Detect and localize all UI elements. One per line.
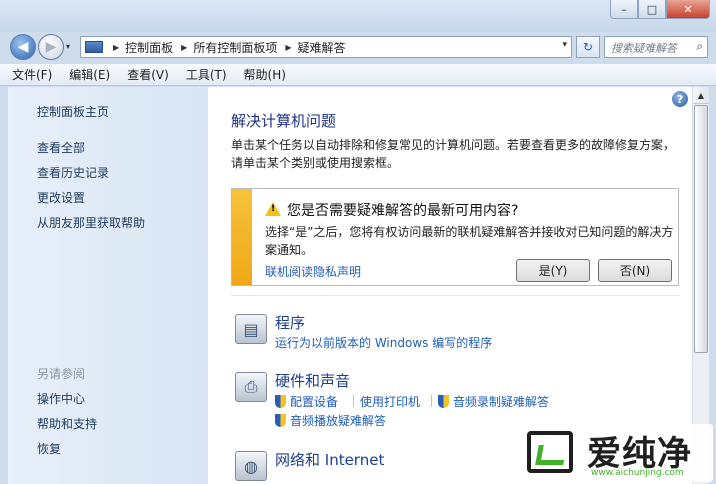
- privacy-link[interactable]: 联机阅读隐私声明: [265, 263, 361, 280]
- control-panel-icon: [85, 41, 103, 53]
- breadcrumb-control-panel[interactable]: 控制面板: [125, 39, 173, 56]
- recent-pages-dropdown[interactable]: ▾: [66, 42, 70, 51]
- scroll-thumb[interactable]: [694, 105, 708, 353]
- search-input[interactable]: 搜索疑难解答 ⌕: [604, 36, 708, 58]
- help-icon[interactable]: ?: [672, 91, 688, 107]
- page-title: 解决计算机问题: [231, 112, 337, 130]
- prompt-body: 选择“是”之后，您将有权访问最新的联机疑难解答并接收对已知问题的解决方案通知。: [265, 225, 674, 257]
- breadcrumb-separator-icon[interactable]: ▶: [181, 43, 187, 52]
- forward-button[interactable]: ▶: [38, 34, 64, 60]
- category-title-hardware[interactable]: 硬件和声音: [275, 370, 350, 391]
- category-programs: ▤ 程序 运行为以前版本的 Windows 编写的程序: [231, 312, 671, 352]
- link-separator: [431, 395, 432, 407]
- refresh-button[interactable]: ↻: [576, 36, 600, 58]
- programs-icon: ▤: [235, 314, 267, 344]
- breadcrumb-all-items[interactable]: 所有控制面板项: [193, 39, 277, 56]
- prompt-question: 您是否需要疑难解答的最新可用内容?: [287, 203, 519, 219]
- window-controls: – □ ✕: [610, 0, 710, 19]
- uac-shield-icon: [275, 395, 286, 408]
- watermark: 爱纯净 www.aichunjing.com: [515, 424, 713, 482]
- breadcrumb-separator-icon[interactable]: ▶: [285, 43, 291, 52]
- link-audio-playback[interactable]: 音频播放疑难解答: [275, 412, 386, 429]
- watermark-logo-icon: [527, 431, 573, 473]
- page-description: 单击某个任务以自动排除和修复常见的计算机问题。若要查看更多的故障修复方案，请单击…: [231, 138, 676, 170]
- breadcrumb-troubleshooting[interactable]: 疑难解答: [298, 39, 346, 56]
- sidebar-item-settings[interactable]: 更改设置: [37, 189, 85, 206]
- menu-bar: 文件(F) 编辑(E) 查看(V) 工具(T) 帮助(H): [0, 64, 716, 86]
- uac-shield-icon: [275, 414, 286, 427]
- close-button[interactable]: ✕: [666, 0, 710, 19]
- divider: [231, 295, 679, 296]
- uac-shield-icon: [438, 395, 449, 408]
- maximize-button[interactable]: □: [638, 0, 666, 19]
- yes-button[interactable]: 是(Y): [516, 259, 590, 282]
- printer-icon: ⎙: [235, 372, 267, 402]
- menu-help[interactable]: 帮助(H): [244, 66, 286, 83]
- category-title-programs[interactable]: 程序: [275, 312, 305, 333]
- breadcrumb-separator-icon[interactable]: ▶: [113, 43, 119, 52]
- sidebar-item-history[interactable]: 查看历史记录: [37, 164, 109, 181]
- sidebar-item-home[interactable]: 控制面板主页: [37, 103, 109, 120]
- sidebar-item-help-support[interactable]: 帮助和支持: [37, 415, 97, 432]
- update-prompt-box: ! 您是否需要疑难解答的最新可用内容? 选择“是”之后，您将有权访问最新的联机疑…: [231, 188, 679, 286]
- link-use-printer[interactable]: 使用打印机: [360, 393, 420, 410]
- sidebar-item-recovery[interactable]: 恢复: [37, 440, 61, 457]
- search-icon[interactable]: ⌕: [696, 39, 703, 54]
- network-icon: ◍: [235, 451, 267, 481]
- menu-file[interactable]: 文件(F): [12, 66, 52, 83]
- sidebar-item-action-center[interactable]: 操作中心: [37, 390, 85, 407]
- info-accent-bar: [232, 189, 252, 285]
- link-configure-device[interactable]: 配置设备: [275, 393, 338, 410]
- watermark-url: www.aichunjing.com: [591, 468, 684, 478]
- sidebar-item-view-all[interactable]: 查看全部: [37, 139, 85, 156]
- menu-edit[interactable]: 编辑(E): [69, 66, 110, 83]
- scroll-up-icon[interactable]: ▲: [693, 87, 709, 104]
- navigation-bar: ◀ ▶ ▾ ▶ 控制面板 ▶ 所有控制面板项 ▶ 疑难解答 ▾ ↻ 搜索疑难解答…: [0, 30, 716, 62]
- link-separator: [353, 395, 354, 407]
- category-title-network[interactable]: 网络和 Internet: [275, 449, 384, 470]
- see-also-heading: 另请参阅: [37, 367, 86, 381]
- address-dropdown-icon[interactable]: ▾: [562, 40, 567, 50]
- category-hardware-sound: ⎙ 硬件和声音 配置设备 使用打印机 音频录制疑难解答 音频播放疑难解答: [231, 370, 671, 430]
- menu-tools[interactable]: 工具(T): [186, 66, 227, 83]
- search-placeholder: 搜索疑难解答: [611, 42, 677, 55]
- title-bar: – □ ✕: [0, 0, 716, 32]
- warning-icon: !: [265, 202, 281, 216]
- sidebar-item-friend-help[interactable]: 从朋友那里获取帮助: [37, 214, 145, 231]
- sidebar: 控制面板主页 查看全部 查看历史记录 更改设置 从朋友那里获取帮助 另请参阅 操…: [8, 87, 208, 484]
- menu-view[interactable]: 查看(V): [127, 66, 169, 83]
- back-button[interactable]: ◀: [10, 34, 36, 60]
- link-run-old-programs[interactable]: 运行为以前版本的 Windows 编写的程序: [275, 334, 492, 351]
- no-button[interactable]: 否(N): [598, 259, 672, 282]
- link-audio-recording[interactable]: 音频录制疑难解答: [438, 393, 549, 410]
- minimize-button[interactable]: –: [610, 0, 638, 19]
- address-bar[interactable]: ▶ 控制面板 ▶ 所有控制面板项 ▶ 疑难解答 ▾: [80, 36, 572, 58]
